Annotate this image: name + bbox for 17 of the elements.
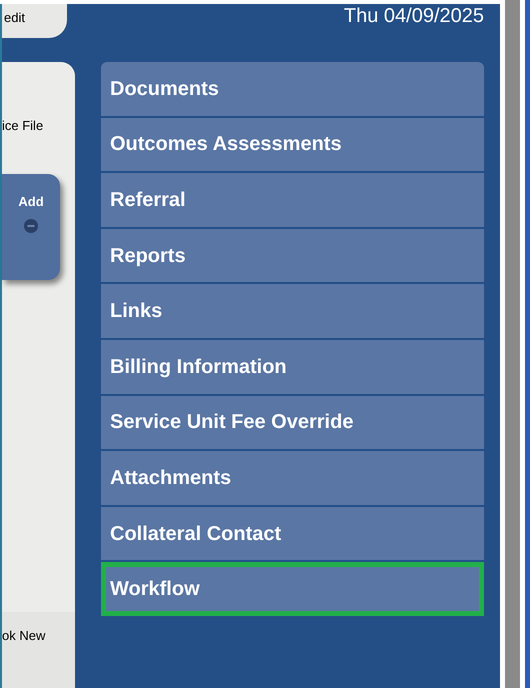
menu-item[interactable]: Reports [101, 228, 484, 282]
date-label: Thu 04/09/2025 [344, 4, 484, 29]
menu-item[interactable]: Links [101, 284, 484, 338]
edit-tab[interactable]: edit [2, 4, 67, 38]
minus-circle-icon [24, 219, 38, 233]
menu-item[interactable]: Workflow [101, 562, 484, 616]
new-label: ok New [2, 627, 46, 645]
scrollbar[interactable] [505, 0, 520, 688]
menu-item[interactable]: Billing Information [101, 340, 484, 394]
service-file-label: ice File [2, 117, 44, 135]
menu-item[interactable]: Service Unit Fee Override [101, 396, 484, 450]
menu-item[interactable]: Outcomes Assessments [101, 118, 484, 172]
menu-item[interactable]: Documents [101, 62, 484, 116]
menu-item[interactable]: Attachments [101, 451, 484, 505]
menu-item[interactable]: Referral [101, 173, 484, 227]
menu-item[interactable]: Collateral Contact [101, 506, 484, 560]
add-button[interactable]: Add [2, 174, 60, 280]
